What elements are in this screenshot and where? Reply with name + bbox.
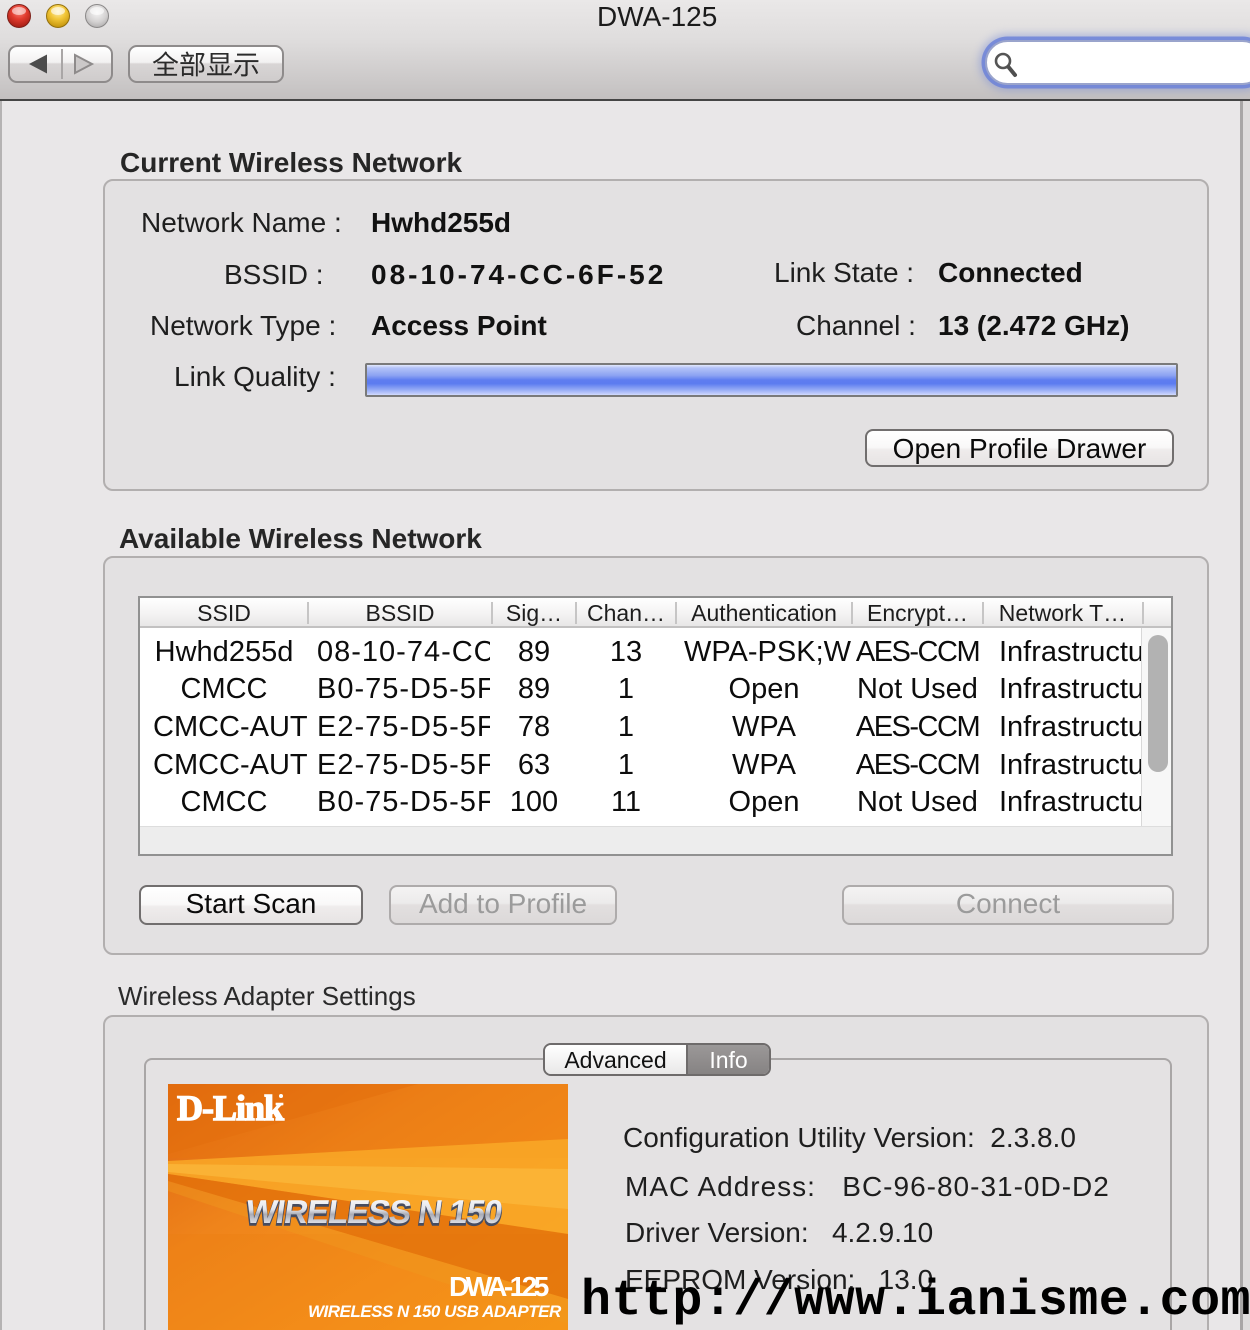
svg-text:D-Link: D-Link [177,1088,284,1128]
svg-text:WIRELESS N 150: WIRELESS N 150 [243,1194,504,1231]
svg-text:WIRELESS N 150 USB ADAPTER: WIRELESS N 150 USB ADAPTER [308,1302,562,1321]
svg-text:DWA-125: DWA-125 [449,1271,549,1302]
